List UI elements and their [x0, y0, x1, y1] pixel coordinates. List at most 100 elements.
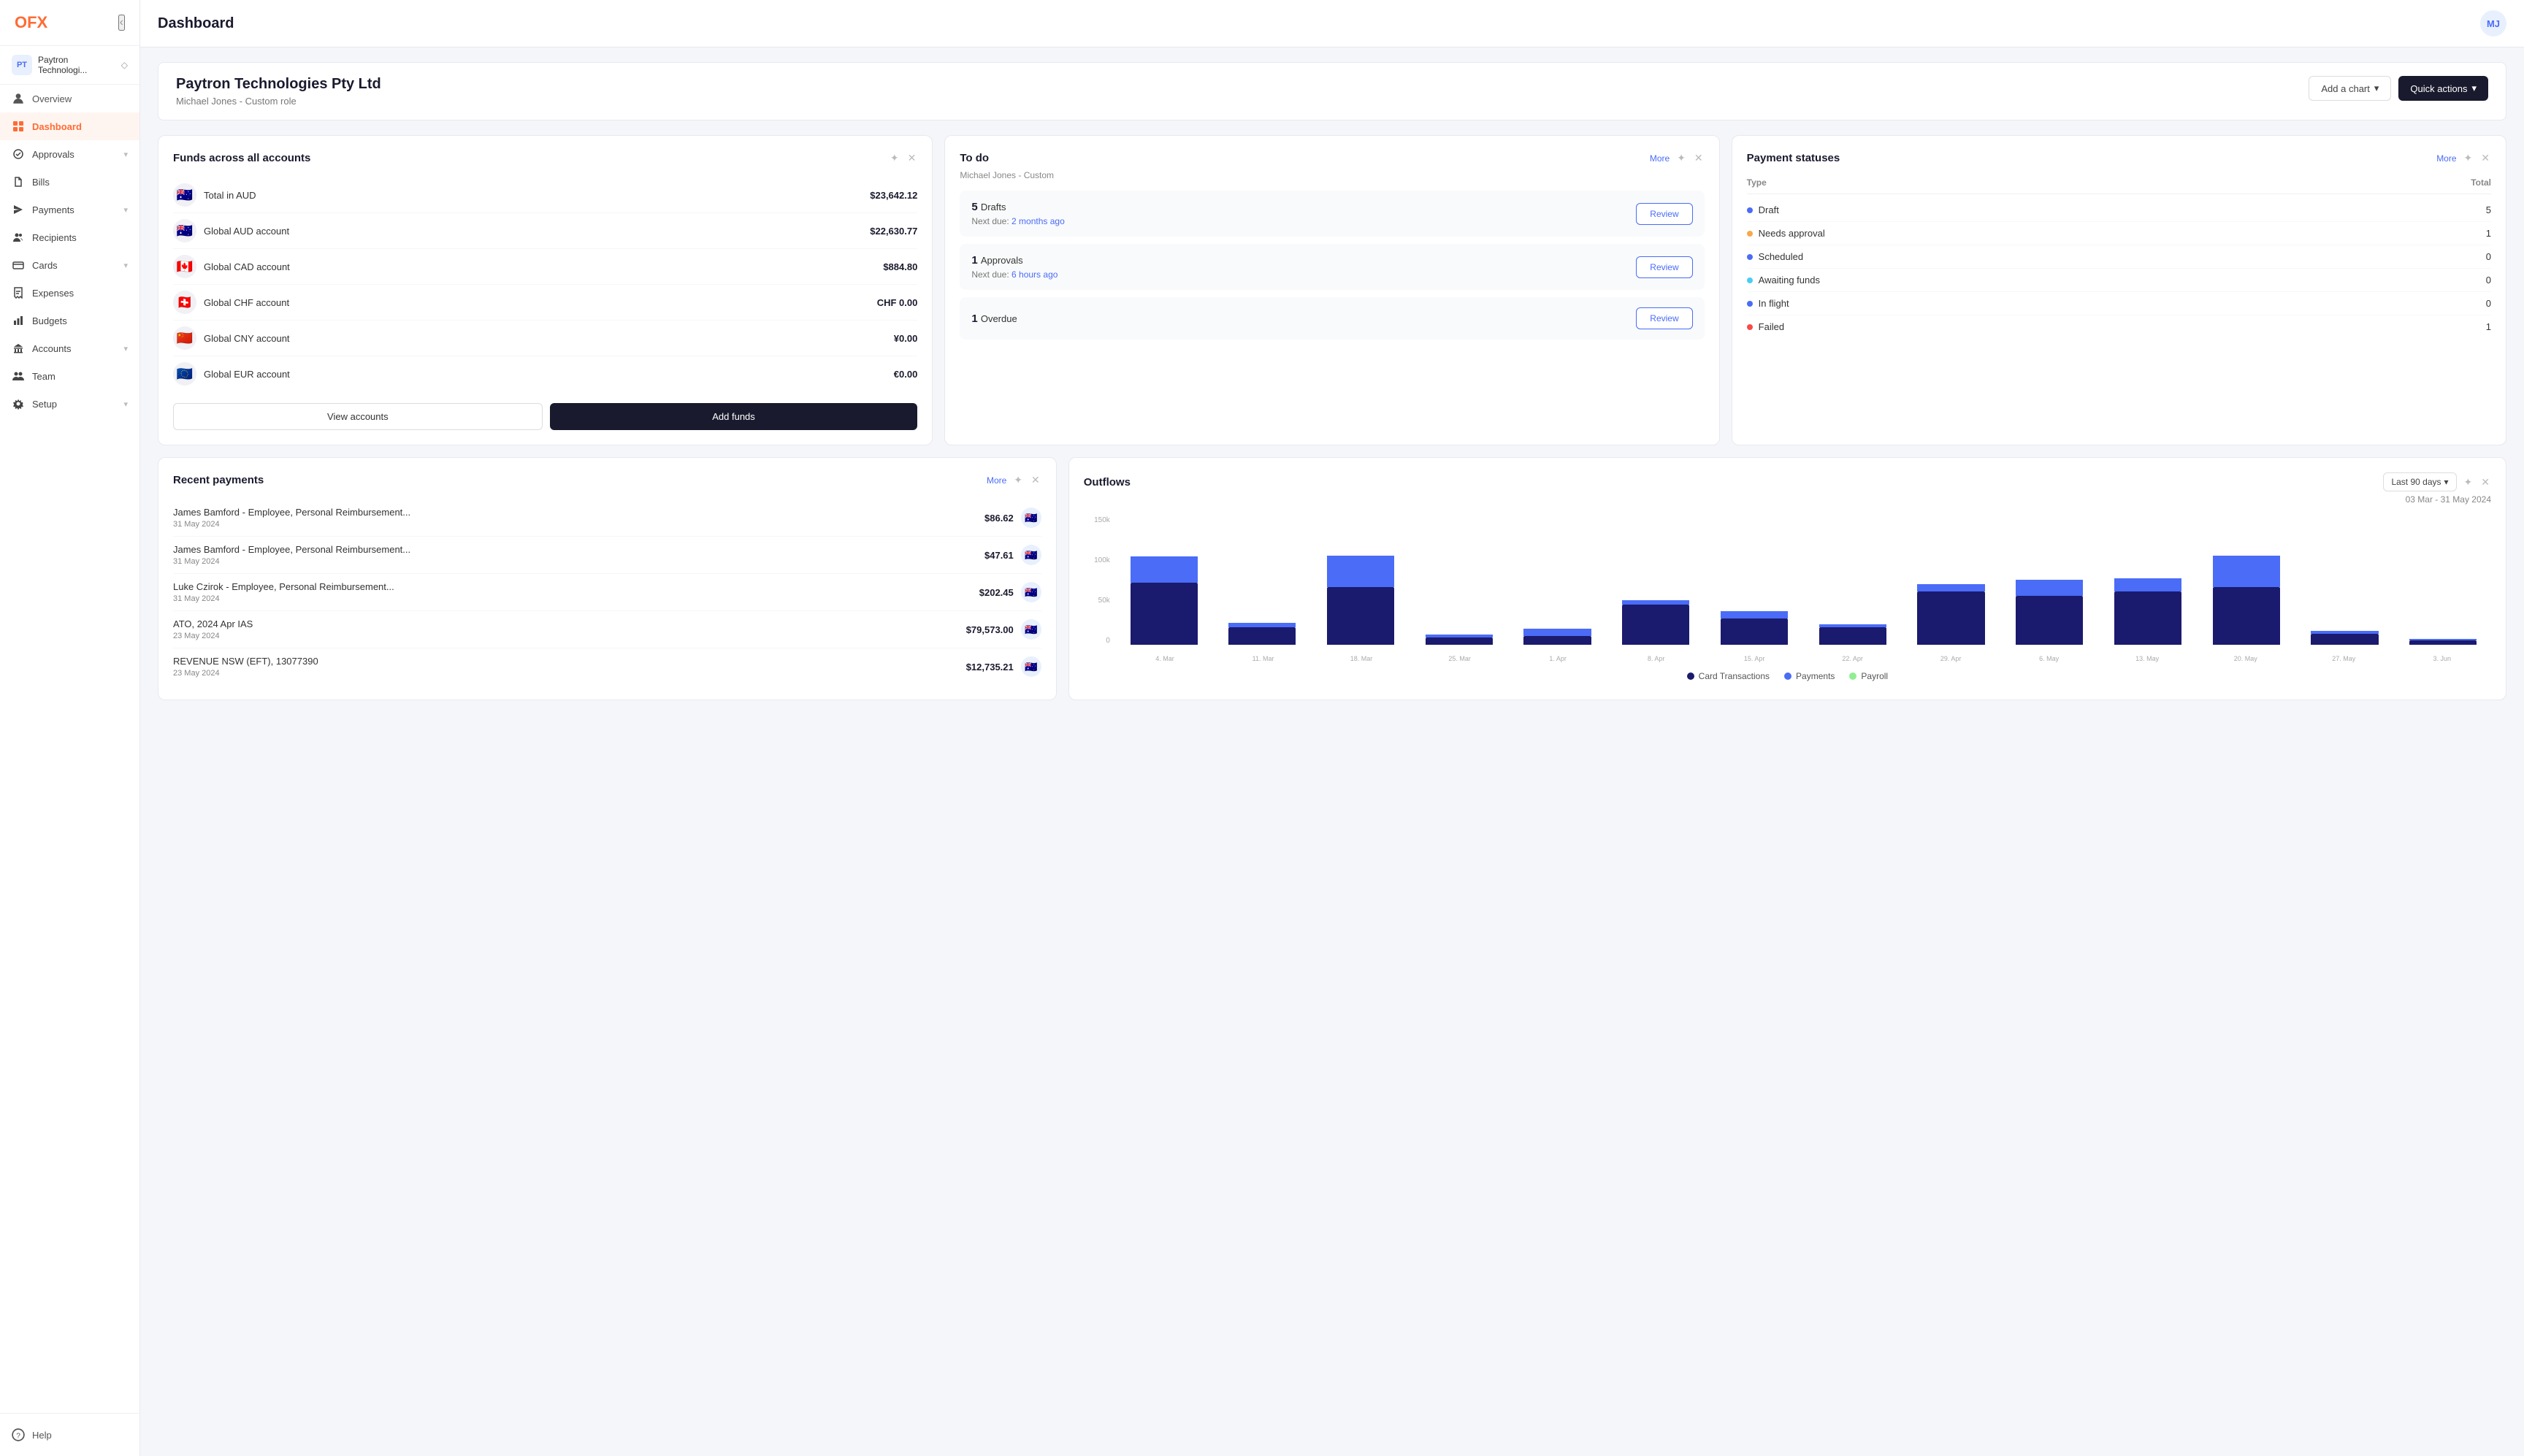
account-name: Global CAD account — [204, 261, 290, 272]
todo-subtitle: Michael Jones - Custom — [960, 170, 1704, 180]
payment-statuses-actions: More ✦ ✕ — [2436, 150, 2491, 166]
payment-statuses-close-button[interactable]: ✕ — [2479, 150, 2491, 166]
todo-due-value[interactable]: 2 months ago — [1011, 216, 1065, 226]
sidebar-item-setup[interactable]: Setup ▾ — [0, 390, 139, 418]
sidebar-item-bills[interactable]: Bills — [0, 168, 139, 196]
sidebar-item-approvals[interactable]: Approvals ▾ — [0, 140, 139, 168]
flag-icon: 🇨🇦 — [173, 255, 196, 278]
bar-group — [1805, 516, 1901, 645]
sidebar-item-overview[interactable]: Overview — [0, 85, 139, 112]
review-button[interactable]: Review — [1636, 307, 1692, 329]
sidebar-item-label-dashboard: Dashboard — [32, 121, 128, 132]
funds-close-button[interactable]: ✕ — [906, 150, 918, 166]
svg-text:?: ? — [16, 1433, 20, 1441]
status-row-left: Scheduled — [1747, 251, 1803, 262]
status-dot — [1747, 207, 1753, 213]
chevron-down-icon: ▾ — [2444, 477, 2449, 487]
review-button[interactable]: Review — [1636, 203, 1692, 225]
payment-info: James Bamford - Employee, Personal Reimb… — [173, 507, 410, 529]
sidebar-collapse-button[interactable]: ‹ — [118, 15, 125, 31]
dashboard-content: Paytron Technologies Pty Ltd Michael Jon… — [140, 47, 2524, 1456]
payment-flag: 🇦🇺 — [1021, 507, 1041, 528]
payment-flag: 🇦🇺 — [1021, 656, 1041, 677]
bar-payments — [1917, 584, 1984, 591]
overview-label: Overview — [32, 93, 72, 104]
todo-row: 1 Approvals Next due: 6 hours ago Review — [960, 244, 1704, 290]
user-avatar[interactable]: MJ — [2480, 10, 2506, 37]
recent-payments-title: Recent payments — [173, 474, 264, 486]
todo-more-link[interactable]: More — [1650, 153, 1670, 164]
funds-widget-title: Funds across all accounts — [173, 152, 310, 164]
todo-close-button[interactable]: ✕ — [1693, 150, 1705, 166]
outflows-widget: Outflows Last 90 days ▾ ✦ ✕ 03 Mar - 31 … — [1068, 457, 2506, 700]
bar-group — [2297, 516, 2393, 645]
chevron-icon-accounts: ▾ — [123, 344, 128, 353]
account-name: Global CNY account — [204, 333, 290, 344]
bar-card — [1131, 583, 1198, 645]
recent-payments-widget: Recent payments More ✦ ✕ James Bamford -… — [158, 457, 1057, 700]
quick-actions-button[interactable]: Quick actions ▾ — [2398, 76, 2488, 101]
funds-widget: Funds across all accounts ✦ ✕ 🇦🇺 Total i… — [158, 135, 933, 445]
chart-legend: Card Transactions Payments Payroll — [1084, 671, 2491, 681]
add-funds-button[interactable]: Add funds — [550, 403, 918, 430]
view-accounts-button[interactable]: View accounts — [173, 403, 543, 430]
date-filter-button[interactable]: Last 90 days ▾ — [2383, 472, 2456, 491]
payment-name: ATO, 2024 Apr IAS — [173, 618, 253, 629]
sidebar-item-dashboard[interactable]: Dashboard — [0, 112, 139, 140]
sidebar-item-team[interactable]: Team — [0, 362, 139, 390]
outflows-title: Outflows — [1084, 476, 1131, 488]
payment-statuses-expand-button[interactable]: ✦ — [2463, 150, 2474, 166]
outflows-expand-button[interactable]: ✦ — [2463, 475, 2474, 490]
payment-statuses-title: Payment statuses — [1747, 152, 1840, 164]
account-row: 🇨🇦 Global CAD account $884.80 — [173, 249, 917, 285]
account-amount: ¥0.00 — [894, 333, 918, 344]
recent-payments-close-button[interactable]: ✕ — [1030, 472, 1041, 488]
recent-payments-expand-button[interactable]: ✦ — [1012, 472, 1024, 488]
add-chart-button[interactable]: Add a chart ▾ — [2309, 76, 2391, 101]
payment-info: ATO, 2024 Apr IAS 23 May 2024 — [173, 618, 253, 640]
chart-y-axis: 150k100k50k0 — [1084, 516, 1113, 645]
payment-statuses-table: Type Total Draft 5 Needs approval 1 Sche… — [1747, 177, 2491, 338]
sidebar-item-budgets[interactable]: Budgets — [0, 307, 139, 334]
bar-group — [1706, 516, 1802, 645]
payment-row: Luke Czirok - Employee, Personal Reimbur… — [173, 574, 1041, 611]
chevron-down-icon: ▾ — [2374, 83, 2379, 94]
status-total-header: Total — [2471, 177, 2491, 188]
company-subtitle: Michael Jones - Custom role — [176, 96, 381, 107]
bar-group — [1510, 516, 1606, 645]
sidebar-item-payments[interactable]: Payments ▾ — [0, 196, 139, 223]
sidebar-item-label-setup: Setup — [32, 399, 116, 410]
bar-card — [2213, 587, 2280, 645]
status-count: 1 — [2486, 321, 2491, 332]
sidebar-item-label-accounts: Accounts — [32, 343, 116, 354]
sidebar-item-expenses[interactable]: Expenses — [0, 279, 139, 307]
sidebar-nav: Dashboard Approvals ▾ Bills Payments ▾ R… — [0, 112, 139, 418]
sidebar-item-label-budgets: Budgets — [32, 315, 128, 326]
funds-widget-actions: ✦ ✕ — [889, 150, 917, 166]
recent-payments-more-link[interactable]: More — [987, 475, 1006, 486]
todo-label: Drafts — [981, 202, 1006, 212]
todo-due-value[interactable]: 6 hours ago — [1011, 269, 1058, 280]
status-count: 0 — [2486, 275, 2491, 286]
sidebar-item-help[interactable]: ? Help — [12, 1422, 128, 1447]
chevron-down-icon: ▾ — [2471, 83, 2477, 94]
bar-payments — [1523, 629, 1591, 636]
sidebar-org-selector[interactable]: PT Paytron Technologi... ◇ — [0, 46, 139, 85]
funds-expand-button[interactable]: ✦ — [889, 150, 900, 166]
sidebar-item-accounts[interactable]: Accounts ▾ — [0, 334, 139, 362]
status-count: 5 — [2486, 204, 2491, 215]
company-name: Paytron Technologies Pty Ltd — [176, 76, 381, 93]
payment-statuses-header: Payment statuses More ✦ ✕ — [1747, 150, 2491, 166]
bar-group — [1312, 516, 1409, 645]
payment-statuses-more-link[interactable]: More — [2436, 153, 2456, 164]
review-button[interactable]: Review — [1636, 256, 1692, 278]
legend-label: Card Transactions — [1699, 671, 1770, 681]
outflows-close-button[interactable]: ✕ — [2479, 475, 2491, 490]
org-name: Paytron Technologi... — [38, 55, 115, 75]
todo-expand-button[interactable]: ✦ — [1675, 150, 1687, 166]
sidebar-item-recipients[interactable]: Recipients — [0, 223, 139, 251]
card-icon — [12, 258, 25, 272]
account-row: 🇨🇭 Global CHF account CHF 0.00 — [173, 285, 917, 321]
x-axis-label: 18. Mar — [1312, 655, 1411, 662]
sidebar-item-cards[interactable]: Cards ▾ — [0, 251, 139, 279]
